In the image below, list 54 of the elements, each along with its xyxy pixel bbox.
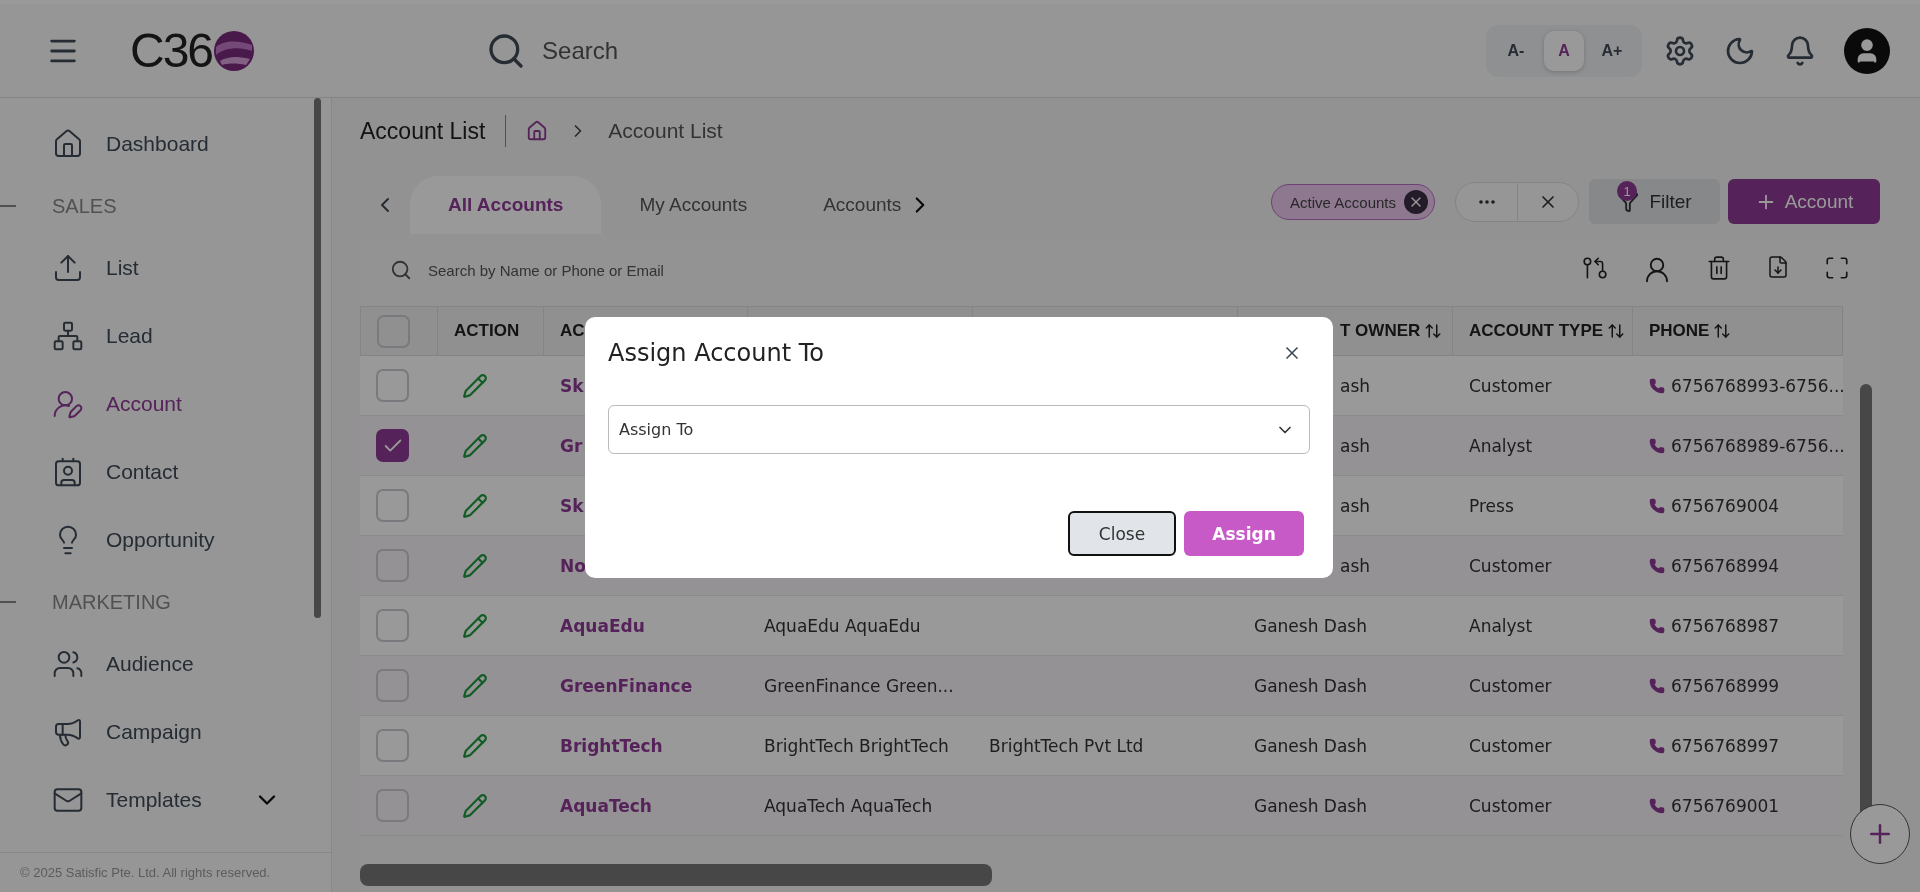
- nav-item[interactable]: Audience: [0, 630, 331, 698]
- tab[interactable]: Accounts: [785, 176, 906, 234]
- section-label: SALES: [52, 194, 117, 218]
- table-cell: AquaEdu AquaEdu: [748, 596, 973, 656]
- table-cell: Analyst: [1453, 596, 1633, 656]
- phone-number: 6756768989-6756...: [1671, 435, 1845, 456]
- phone-number: 6756769001: [1671, 795, 1780, 816]
- table-cell: Customer: [1453, 716, 1633, 776]
- phone-number: 6756768993-6756...: [1671, 375, 1845, 396]
- assign-to-select[interactable]: Assign To: [608, 405, 1310, 454]
- table-cell: Press: [1453, 476, 1633, 536]
- table-cell: Ganesh Dash: [1238, 716, 1453, 776]
- table-cell: BrightTech BrightTech: [748, 716, 973, 776]
- nav-item[interactable]: Templates: [0, 766, 331, 834]
- close-dialog-button[interactable]: Close: [1068, 511, 1176, 556]
- search-field[interactable]: Search: [540, 35, 841, 66]
- add-account-button[interactable]: Account: [1728, 179, 1880, 224]
- filter-button[interactable]: 1 Filter: [1589, 179, 1720, 224]
- account-name-link[interactable]: BrightTech: [560, 735, 663, 756]
- nav-item[interactable]: Campaign: [0, 698, 331, 766]
- account-name-link[interactable]: Sk: [560, 375, 584, 396]
- phone-number: 6756768987: [1671, 615, 1780, 636]
- filter-chip[interactable]: Active Accounts: [1271, 184, 1435, 220]
- account-name-link[interactable]: Sk: [560, 495, 584, 516]
- phone-number: 6756768997: [1671, 735, 1780, 756]
- account-name-link[interactable]: AquaTech: [560, 795, 652, 816]
- table-cell: BrightTech Pvt Ltd: [973, 716, 1238, 776]
- phone-number: 6756769004: [1671, 495, 1780, 516]
- copyright-text: © 2025 Satisfic Pte. Ltd. All rights reserved.: [0, 852, 331, 892]
- table-search-field[interactable]: Search by Name or Phone or Email: [426, 260, 826, 280]
- column-header[interactable]: PHONE: [1633, 306, 1843, 356]
- account-name-link[interactable]: Gr: [560, 435, 583, 456]
- select-placeholder: Assign To: [619, 420, 694, 439]
- page-title: Account List: [360, 117, 486, 145]
- section-label: MARKETING: [52, 590, 171, 614]
- font-size-button[interactable]: A-: [1496, 30, 1536, 71]
- account-name-link[interactable]: AquaEdu: [560, 615, 645, 636]
- account-name-link[interactable]: No: [560, 555, 586, 576]
- font-size-button[interactable]: A: [1544, 30, 1584, 71]
- table-cell: Customer: [1453, 356, 1633, 416]
- assign-button[interactable]: Assign: [1184, 511, 1304, 556]
- table-cell: Ganesh Dash: [1238, 596, 1453, 656]
- tab[interactable]: All Accounts: [410, 176, 602, 234]
- count-badge: 1: [1617, 181, 1637, 201]
- chip-label: Active Accounts: [1290, 193, 1396, 211]
- font-size-button[interactable]: A+: [1592, 30, 1632, 71]
- column-header[interactable]: ACCOUNT TYPE: [1453, 306, 1633, 356]
- phone-number: 6756768999: [1671, 675, 1780, 696]
- column-header: ACTION: [438, 306, 544, 356]
- tab[interactable]: My Accounts: [601, 176, 786, 234]
- logo-text: C36: [130, 23, 213, 78]
- breadcrumb-item: Account List: [608, 119, 723, 143]
- phone-number: 6756768994: [1671, 555, 1780, 576]
- account-name-link[interactable]: GreenFinance: [560, 675, 693, 696]
